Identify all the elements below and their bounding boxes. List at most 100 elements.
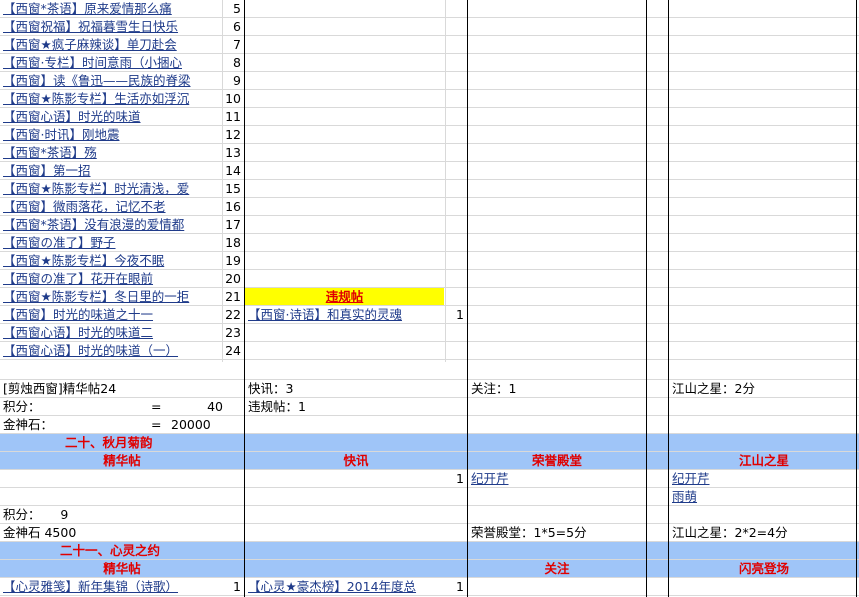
jifen-value[interactable]: 40 bbox=[168, 398, 226, 415]
jinshen-label[interactable]: 金神石： bbox=[0, 416, 90, 433]
post-title[interactable]: 【西窗心语】时光的味道 bbox=[0, 108, 222, 125]
weigui-count[interactable]: 违规帖：1 bbox=[245, 398, 445, 415]
post-row: 【西窗·时讯】刚地震 12 bbox=[0, 126, 859, 144]
post-title[interactable]: 【西窗★疯子麻辣谈】单刀赴会 bbox=[0, 36, 222, 53]
jinghua-count[interactable]: [剪烛西窗]精华帖24 bbox=[0, 380, 244, 397]
post-title[interactable]: 【西窗*茶语】没有浪漫的爱情都 bbox=[0, 216, 222, 233]
jinshen-value[interactable]: 20000 bbox=[168, 416, 244, 433]
post-row: 【西窗*茶语】没有浪漫的爱情都 17 bbox=[0, 216, 859, 234]
post-title[interactable]: 【西窗★陈影专栏】时光清浅，爱 bbox=[0, 180, 222, 197]
post-title[interactable]: 【西窗】时光的味道之十一 bbox=[0, 306, 222, 323]
header-jiangshan[interactable]: 江山之星 bbox=[669, 452, 859, 469]
kuaixun-count[interactable]: 快讯：3 bbox=[245, 380, 467, 397]
column-divider-light bbox=[445, 0, 446, 362]
post-count[interactable]: 17 bbox=[222, 216, 244, 233]
post-count[interactable]: 15 bbox=[222, 180, 244, 197]
post-count[interactable]: 22 bbox=[222, 306, 244, 323]
post-title[interactable]: 【西窗祝福】祝福暮雪生日快乐 bbox=[0, 18, 222, 35]
violation-label[interactable]: 违规帖 bbox=[245, 288, 444, 305]
post-row: 【西窗★陈影专栏】时光清浅，爱 15 bbox=[0, 180, 859, 198]
post-row: 【西窗の准了】野子 18 bbox=[0, 234, 859, 252]
post-title[interactable]: 【西窗の准了】花开在眼前 bbox=[0, 270, 222, 287]
post-title[interactable]: 【西窗】微雨落花，记忆不老 bbox=[0, 198, 222, 215]
post-count[interactable]: 14 bbox=[222, 162, 244, 179]
section-20-jinshen[interactable]: 金神石 4500 bbox=[0, 524, 244, 541]
post-count[interactable]: 16 bbox=[222, 198, 244, 215]
jiangshan-sum[interactable]: 江山之星：2*2=4分 bbox=[669, 524, 859, 541]
header-rongyu[interactable]: 荣誉殿堂 bbox=[468, 452, 646, 469]
post-count[interactable]: 23 bbox=[222, 324, 244, 341]
post-row: 【西窗】读《鲁迅——民族的脊梁 9 bbox=[0, 72, 859, 90]
post-title[interactable]: 【心灵★豪杰榜】2014年度总 bbox=[245, 578, 445, 595]
blank-row bbox=[0, 362, 859, 380]
post-title[interactable]: 【西窗★陈影专栏】生活亦如浮沉 bbox=[0, 90, 222, 107]
rongyu-name[interactable]: 纪开芹 bbox=[468, 470, 646, 487]
post-title[interactable]: 【西窗の准了】野子 bbox=[0, 234, 222, 251]
post-title[interactable]: 【西窗·专栏】时间意雨（小捆心 bbox=[0, 54, 222, 71]
post-count[interactable]: 21 bbox=[222, 288, 244, 305]
post-count[interactable]: 1 bbox=[445, 578, 467, 595]
post-title[interactable]: 【西窗*茶语】殇 bbox=[0, 144, 222, 161]
post-row: 【西窗】微雨落花，记忆不老 16 bbox=[0, 198, 859, 216]
post-count[interactable]: 19 bbox=[222, 252, 244, 269]
post-count[interactable]: 13 bbox=[222, 144, 244, 161]
post-count[interactable]: 8 bbox=[222, 54, 244, 71]
post-count[interactable]: 5 bbox=[222, 0, 244, 17]
post-title[interactable]: 【西窗★陈影专栏】今夜不眠 bbox=[0, 252, 222, 269]
equals-sign: = bbox=[151, 417, 162, 432]
column-divider bbox=[668, 0, 669, 597]
section-21-title-row: 二十一、心灵之约 bbox=[0, 542, 859, 560]
post-count[interactable]: 7 bbox=[222, 36, 244, 53]
post-count[interactable]: 24 bbox=[222, 342, 244, 359]
post-count[interactable]: 1 bbox=[222, 578, 244, 595]
section-20-title[interactable]: 二十、秋月菊韵 bbox=[0, 434, 300, 451]
post-count[interactable]: 11 bbox=[222, 108, 244, 125]
post-count[interactable]: 12 bbox=[222, 126, 244, 143]
column-divider bbox=[467, 0, 468, 597]
violation-count[interactable]: 1 bbox=[445, 306, 467, 323]
section-20-row-1: 1 纪开芹 纪开芹 bbox=[0, 470, 859, 488]
post-row: 【西窗*茶语】原来爱情那么痛 5 bbox=[0, 0, 859, 18]
jiangshan-score[interactable]: 江山之星：2分 bbox=[669, 380, 859, 397]
post-title[interactable]: 【西窗】读《鲁迅——民族的脊梁 bbox=[0, 72, 222, 89]
section-21-row-1: 【心灵雅笺】新年集锦（诗歌） 1 【心灵★豪杰榜】2014年度总 1 bbox=[0, 578, 859, 596]
post-title[interactable]: 【心灵雅笺】新年集锦（诗歌） bbox=[0, 578, 222, 595]
post-row: 【西窗★陈影专栏】生活亦如浮沉 10 bbox=[0, 90, 859, 108]
column-divider bbox=[856, 0, 857, 597]
post-row: 【西窗★陈影专栏】今夜不眠 19 bbox=[0, 252, 859, 270]
post-count[interactable]: 10 bbox=[222, 90, 244, 107]
post-row: 【西窗★疯子麻辣谈】单刀赴会 7 bbox=[0, 36, 859, 54]
post-count[interactable]: 18 bbox=[222, 234, 244, 251]
post-title[interactable]: 【西窗*茶语】原来爱情那么痛 bbox=[0, 0, 222, 17]
section-20-row-2: 雨萌 bbox=[0, 488, 859, 506]
section-20-jifen[interactable]: 积分： 9 bbox=[0, 506, 244, 523]
post-row: 【西窗心语】时光的味道二 23 bbox=[0, 324, 859, 342]
post-title[interactable]: 【西窗·时讯】刚地震 bbox=[0, 126, 222, 143]
summary-row-1: [剪烛西窗]精华帖24 快讯：3 关注：1 江山之星：2分 bbox=[0, 380, 859, 398]
guanzhu-count[interactable]: 关注：1 bbox=[468, 380, 646, 397]
section-20-header-row: 精华帖 快讯 荣誉殿堂 江山之星 bbox=[0, 452, 859, 470]
header-jinghua[interactable]: 精华帖 bbox=[0, 560, 244, 577]
post-title[interactable]: 【西窗★陈影专栏】冬日里的一拒 bbox=[0, 288, 222, 305]
star-name-1[interactable]: 纪开芹 bbox=[669, 470, 859, 487]
post-title[interactable]: 【西窗心语】时光的味道（一） bbox=[0, 342, 222, 359]
post-count[interactable]: 20 bbox=[222, 270, 244, 287]
post-title[interactable]: 【西窗心语】时光的味道二 bbox=[0, 324, 222, 341]
section-21-title[interactable]: 二十一、心灵之约 bbox=[0, 542, 300, 559]
rongyu-count[interactable]: 1 bbox=[445, 470, 467, 487]
header-shanliang[interactable]: 闪亮登场 bbox=[669, 560, 859, 577]
summary-row-2: 积分： = 40 违规帖：1 bbox=[0, 398, 859, 416]
post-count[interactable]: 9 bbox=[222, 72, 244, 89]
header-jinghua[interactable]: 精华帖 bbox=[0, 452, 244, 469]
rongyu-sum[interactable]: 荣誉殿堂：1*5=5分 bbox=[468, 524, 646, 541]
summary-row-3: 金神石： = 20000 bbox=[0, 416, 859, 434]
jifen-label[interactable]: 积分： bbox=[0, 398, 60, 415]
header-kuaixun[interactable]: 快讯 bbox=[245, 452, 467, 469]
equals-sign: = bbox=[151, 399, 162, 414]
star-name-2[interactable]: 雨萌 bbox=[669, 488, 859, 505]
header-guanzhu[interactable]: 关注 bbox=[468, 560, 646, 577]
section-20-row-3: 积分： 9 bbox=[0, 506, 859, 524]
post-title[interactable]: 【西窗】第一招 bbox=[0, 162, 222, 179]
post-count[interactable]: 6 bbox=[222, 18, 244, 35]
violation-post-title[interactable]: 【西窗·诗语】和真实的灵魂 bbox=[245, 306, 445, 323]
